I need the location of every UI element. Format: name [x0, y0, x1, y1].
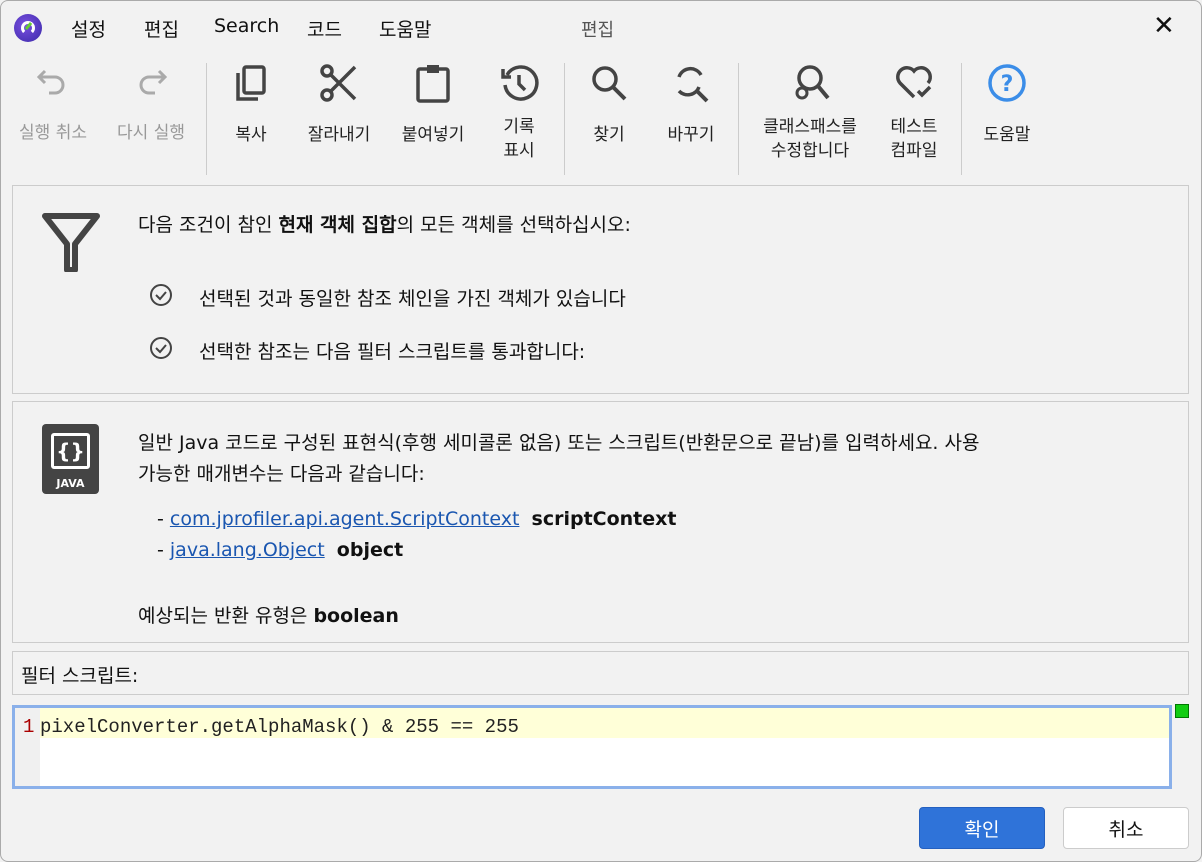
copy-button[interactable]: 복사: [223, 63, 279, 147]
svg-text:?: ?: [1001, 72, 1014, 97]
check-circle-icon: [150, 337, 172, 359]
param-2-type-link[interactable]: java.lang.Object: [170, 539, 325, 561]
menu-code[interactable]: 코드: [307, 15, 342, 42]
script-editor[interactable]: 1 pixelConverter.getAlphaMask() & 255 ==…: [12, 705, 1172, 789]
app-logo-icon: [14, 14, 42, 42]
return-type: 예상되는 반환 유형은 boolean: [138, 605, 399, 627]
script-label-panel: 필터 스크립트:: [12, 651, 1189, 695]
condition-2: 선택한 참조는 다음 필터 스크립트를 통과합니다:: [199, 341, 586, 363]
redo-icon: [139, 69, 168, 95]
scissors-icon: [320, 64, 357, 102]
search-icon: [592, 66, 627, 101]
menu-settings[interactable]: 설정: [71, 15, 106, 42]
menu-help[interactable]: 도움말: [379, 15, 431, 42]
status-indicator: [1175, 704, 1189, 718]
find-replace-icon: [677, 66, 709, 103]
java-info-panel: {} JAVA 일반 Java 코드로 구성된 표현식(후행 세미콜론 없음) 또…: [12, 401, 1189, 643]
test-compile-button[interactable]: 테스트 컴파일: [881, 63, 947, 163]
paste-button[interactable]: 붙여넣기: [393, 63, 473, 147]
history-icon: [501, 65, 539, 101]
replace-button[interactable]: 바꾸기: [656, 63, 726, 147]
heart-check-icon: [896, 66, 932, 99]
check-circle-icon: [150, 284, 172, 306]
condition-1: 선택된 것과 동일한 참조 체인을 가진 객체가 있습니다: [199, 288, 626, 310]
filter-icon: [42, 213, 100, 272]
clipboard-icon: [416, 65, 450, 103]
java-description-line2: 가능한 매개변수는 다음과 같습니다:: [138, 463, 425, 485]
find-button[interactable]: 찾기: [581, 63, 637, 147]
cancel-button[interactable]: 취소: [1063, 807, 1189, 849]
edit-classpath-button[interactable]: 클래스패스를 수정합니다: [751, 63, 869, 163]
help-button[interactable]: ? 도움말: [976, 63, 1038, 147]
filter-description: 다음 조건이 참인 현재 객체 집합의 모든 객체를 선택하십시오:: [138, 214, 631, 236]
menu-edit[interactable]: 편집: [144, 15, 179, 42]
undo-icon: [36, 69, 65, 95]
close-icon[interactable]: ✕: [1153, 11, 1175, 41]
undo-button[interactable]: 실행 취소: [11, 63, 95, 145]
code-line[interactable]: pixelConverter.getAlphaMask() & 255 == 2…: [40, 716, 519, 738]
copy-icon: [236, 65, 266, 101]
filter-panel: 다음 조건이 참인 현재 객체 집합의 모든 객체를 선택하십시오: 선택된 것…: [12, 185, 1189, 394]
help-icon: ?: [988, 64, 1026, 102]
search-settings-icon: [795, 65, 830, 100]
redo-button[interactable]: 다시 실행: [109, 63, 193, 145]
line-number: 1: [23, 716, 35, 738]
java-description-line1: 일반 Java 코드로 구성된 표현식(후행 세미콜론 없음) 또는 스크립트(…: [138, 432, 980, 454]
param-1-type-link[interactable]: com.jprofiler.api.agent.ScriptContext: [170, 508, 520, 530]
window-title: 편집: [581, 20, 615, 41]
java-icon: {} JAVA: [42, 424, 99, 494]
history-button[interactable]: 기록 표시: [491, 63, 547, 163]
script-label: 필터 스크립트:: [21, 665, 139, 687]
menu-search[interactable]: Search: [214, 15, 279, 37]
param-2: - java.lang.Object object: [157, 539, 404, 561]
cut-button[interactable]: 잘라내기: [299, 63, 379, 147]
param-1: - com.jprofiler.api.agent.ScriptContext …: [157, 508, 677, 530]
ok-button[interactable]: 확인: [919, 807, 1045, 849]
